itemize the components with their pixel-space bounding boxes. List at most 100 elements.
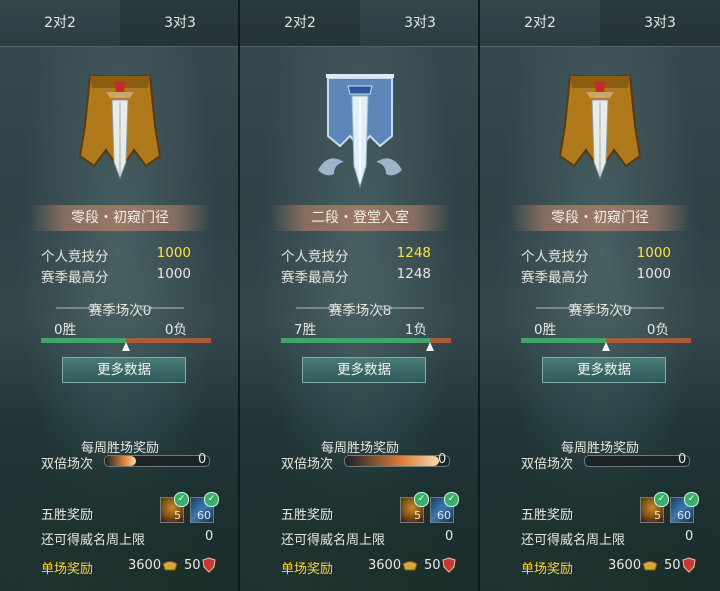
double-matches-label: 双倍场次 — [41, 457, 94, 472]
gold-ingot-icon — [162, 561, 178, 571]
check-icon: ✓ — [204, 492, 219, 507]
double-matches-label: 双倍场次 — [521, 457, 574, 472]
season-best-row: 赛季最高分 1000 — [521, 266, 681, 286]
season-best-row: 赛季最高分 1000 — [41, 266, 201, 286]
double-matches-value: 0 — [678, 452, 687, 467]
season-best-value: 1000 — [156, 266, 191, 282]
personal-score-value: 1000 — [636, 245, 671, 261]
gold-ingot-icon — [642, 561, 658, 571]
tab-2v2[interactable]: 2对2 — [480, 0, 600, 46]
personal-score-row: 个人竞技分 1000 — [521, 245, 681, 265]
rank-title: 零段・初窥门径 — [30, 205, 210, 231]
remaining-fame-label: 还可得威名周上限 — [281, 533, 386, 548]
mode-tabs: 2对2 3对3 — [0, 0, 238, 47]
double-matches-value: 0 — [198, 452, 207, 467]
check-icon: ✓ — [174, 492, 189, 507]
single-match-coin-value: 3600 — [128, 558, 162, 573]
five-win-reward-label: 五胜奖励 — [521, 508, 574, 523]
single-match-fame-value: 50 — [664, 558, 681, 573]
tab-3v3[interactable]: 3对3 — [600, 0, 720, 46]
single-match-fame-value: 50 — [184, 558, 201, 573]
wins-count: 7胜 — [294, 322, 317, 338]
losses-count: 0负 — [646, 322, 669, 338]
treasure-chest-count: 5 — [654, 509, 661, 522]
check-icon: ✓ — [654, 492, 669, 507]
single-match-reward-label: 单场奖励 — [281, 562, 334, 577]
scroll-count: 60 — [677, 509, 691, 522]
double-matches-bar — [584, 455, 690, 467]
personal-score-value: 1248 — [396, 245, 431, 261]
scroll-count: 60 — [197, 509, 211, 522]
single-match-coin-value: 3600 — [608, 558, 642, 573]
fame-shield-icon — [202, 557, 216, 573]
personal-score-row: 个人竞技分 1248 — [281, 245, 441, 265]
check-icon: ✓ — [444, 492, 459, 507]
wins-count: 0胜 — [54, 322, 77, 338]
mode-tabs: 2对2 3对3 — [240, 0, 478, 47]
treasure-chest-count: 5 — [174, 509, 181, 522]
losses-count: 1负 — [404, 322, 427, 338]
rank-title: 二段・登堂入室 — [270, 205, 450, 231]
single-match-fame-value: 50 — [424, 558, 441, 573]
cloud-ornament-right-icon — [139, 304, 184, 312]
check-icon: ✓ — [684, 492, 699, 507]
season-best-row: 赛季最高分 1248 — [281, 266, 441, 286]
more-data-button[interactable]: 更多数据 — [62, 357, 186, 383]
five-win-reward-label: 五胜奖励 — [281, 508, 334, 523]
remaining-fame-value: 0 — [445, 529, 454, 544]
silver-banner-sword-icon — [318, 74, 402, 188]
remaining-fame-label: 还可得威名周上限 — [521, 533, 626, 548]
double-matches-fill — [345, 456, 439, 466]
season-match-count: 赛季场次0 — [568, 303, 632, 319]
remaining-fame-value: 0 — [685, 529, 694, 544]
mode-tabs: 2对2 3对3 — [480, 0, 720, 47]
win-ratio-marker-icon — [122, 342, 130, 351]
tab-2v2[interactable]: 2对2 — [0, 0, 120, 46]
arena-panel: 2对2 3对3 零段・初窥门径 个人竞技分 1000 赛季最高分 1000 赛季… — [480, 0, 720, 591]
arena-panel: 2对2 3对3 零段・初窥门径 个人竞技分 1000 赛季最高分 1000 赛季… — [0, 0, 240, 591]
more-data-button[interactable]: 更多数据 — [542, 357, 666, 383]
win-ratio-fill — [41, 338, 126, 343]
arena-panel: 2对2 3对3 二段・登堂入室 个人竞技分 1248 赛季最高分 1248 赛季… — [240, 0, 480, 591]
tab-2v2[interactable]: 2对2 — [240, 0, 360, 46]
gold-banner-sword-icon — [78, 75, 162, 180]
double-matches-bar — [344, 455, 450, 467]
double-matches-label: 双倍场次 — [281, 457, 334, 472]
rank-title: 零段・初窥门径 — [510, 205, 690, 231]
scroll-count: 60 — [437, 509, 451, 522]
treasure-chest-count: 5 — [414, 509, 421, 522]
personal-score-label: 个人竞技分 — [281, 249, 349, 265]
win-ratio-fill — [281, 338, 430, 343]
personal-score-value: 1000 — [156, 245, 191, 261]
personal-score-label: 个人竞技分 — [521, 249, 589, 265]
arena-panels: 2对2 3对3 零段・初窥门径 个人竞技分 1000 赛季最高分 1000 赛季… — [0, 0, 720, 591]
tab-3v3[interactable]: 3对3 — [120, 0, 238, 46]
double-matches-value: 0 — [438, 452, 447, 467]
season-best-value: 1248 — [396, 266, 431, 282]
season-best-label: 赛季最高分 — [41, 270, 109, 286]
double-matches-fill — [105, 456, 137, 466]
double-matches-bar — [104, 455, 210, 467]
season-best-label: 赛季最高分 — [521, 270, 589, 286]
fame-shield-icon — [442, 557, 456, 573]
remaining-fame-label: 还可得威名周上限 — [41, 533, 146, 548]
season-best-label: 赛季最高分 — [281, 270, 349, 286]
single-match-reward-label: 单场奖励 — [521, 562, 574, 577]
season-match-count: 赛季场次0 — [88, 303, 152, 319]
five-win-reward-label: 五胜奖励 — [41, 508, 94, 523]
personal-score-label: 个人竞技分 — [41, 249, 109, 265]
win-ratio-marker-icon — [602, 342, 610, 351]
check-icon: ✓ — [414, 492, 429, 507]
single-match-coin-value: 3600 — [368, 558, 402, 573]
cloud-ornament-right-icon — [619, 304, 664, 312]
win-ratio-marker-icon — [425, 342, 434, 351]
more-data-button[interactable]: 更多数据 — [302, 357, 426, 383]
win-ratio-fill — [521, 338, 606, 343]
wins-count: 0胜 — [534, 322, 557, 338]
season-match-count: 赛季场次8 — [328, 303, 392, 319]
personal-score-row: 个人竞技分 1000 — [41, 245, 201, 265]
tab-3v3[interactable]: 3对3 — [360, 0, 478, 46]
remaining-fame-value: 0 — [205, 529, 214, 544]
fame-shield-icon — [682, 557, 696, 573]
season-best-value: 1000 — [636, 266, 671, 282]
